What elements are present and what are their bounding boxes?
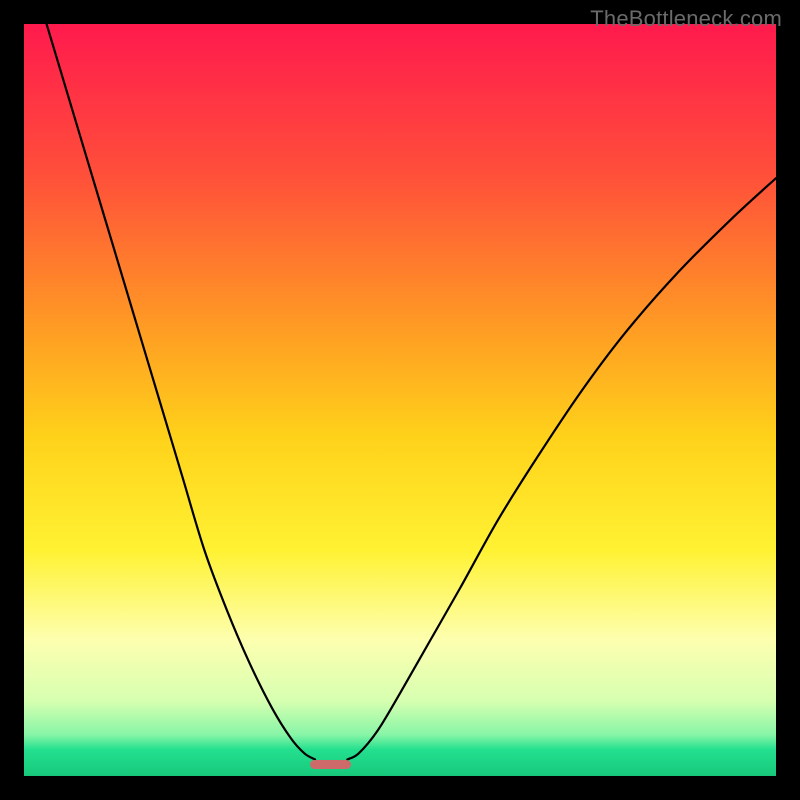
watermark-text: TheBottleneck.com [590,6,782,32]
minimum-marker [310,760,351,769]
background-gradient [24,24,776,776]
chart-frame [24,24,776,776]
chart-plot-area [24,24,776,776]
